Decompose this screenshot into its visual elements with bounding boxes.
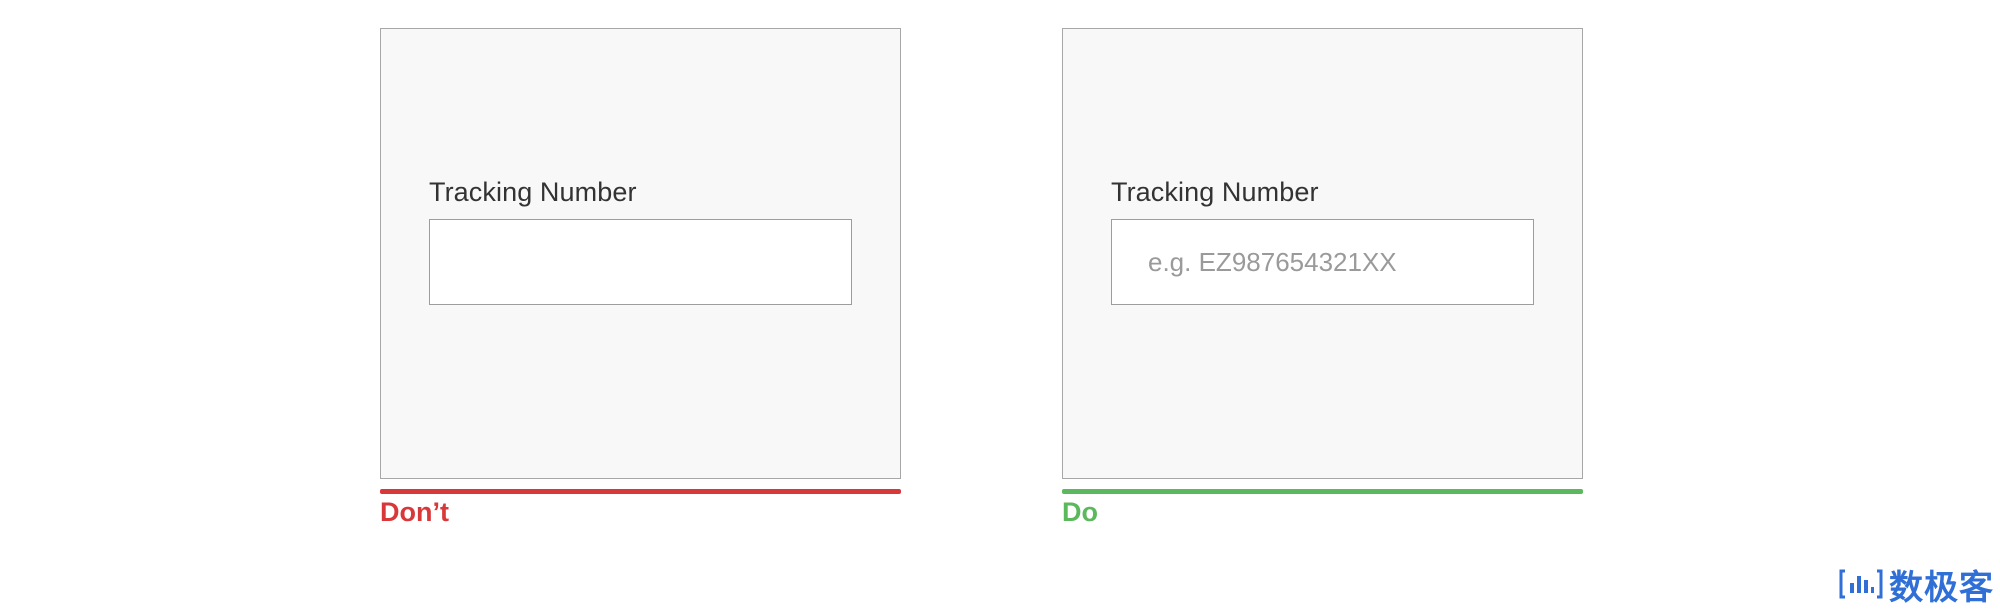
tracking-number-input[interactable]: [429, 219, 852, 305]
dont-example: Tracking Number Don’t: [380, 28, 901, 528]
tracking-number-label: Tracking Number: [1111, 177, 1319, 207]
do-caption: Do: [1062, 497, 1098, 527]
do-divider: [1062, 489, 1583, 494]
tracking-number-input-with-placeholder[interactable]: [1111, 219, 1534, 305]
tracking-number-label: Tracking Number: [429, 177, 637, 207]
chart-bars-icon: [1839, 569, 1883, 599]
brand-watermark: 数极客: [1839, 559, 1994, 609]
do-form-card: Tracking Number: [1062, 28, 1583, 479]
dont-caption: Don’t: [380, 497, 449, 527]
do-example: Tracking Number Do: [1062, 28, 1583, 528]
dont-divider: [380, 489, 901, 494]
comparison-canvas: Tracking Number Don’t Tracking Number Do…: [0, 0, 2000, 609]
dont-form-card: Tracking Number: [380, 28, 901, 479]
brand-name: 数极客: [1889, 567, 1994, 608]
